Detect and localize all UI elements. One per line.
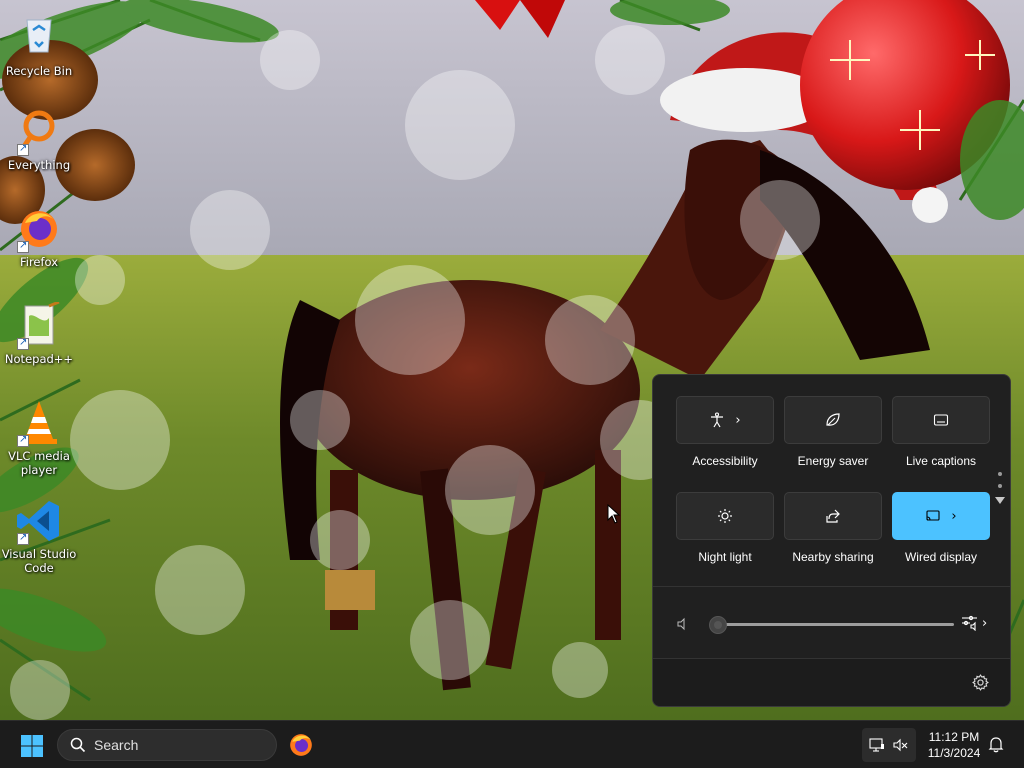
taskbar-search-box[interactable]: Search [57, 729, 277, 761]
firefox-icon[interactable] [288, 732, 314, 758]
divider [653, 586, 1010, 587]
firefox-icon [15, 205, 63, 253]
chevron-right-icon[interactable]: › [951, 509, 956, 524]
live-captions-toggle[interactable] [892, 396, 990, 444]
desktop-icon-recycle-bin[interactable]: Recycle Bin [0, 14, 78, 78]
chevron-right-icon: › [982, 615, 988, 631]
tile-live-captions: Live captions [892, 396, 990, 468]
notepad-plus-plus-icon [15, 300, 63, 350]
taskbar-clock[interactable]: 11:12 PM 11/3/2024 [922, 729, 986, 761]
audio-output-icon [962, 615, 977, 631]
desktop-icon-label: VLC media player [8, 449, 70, 477]
everything-search-icon [15, 108, 63, 156]
speaker-muted-icon[interactable] [676, 617, 690, 631]
tile-label: Energy saver [797, 454, 869, 468]
share-icon [826, 509, 840, 523]
search-icon [70, 737, 86, 753]
clock-time: 11:12 PM [928, 730, 980, 744]
bell-icon[interactable] [988, 736, 1004, 753]
quick-settings-panel: › Accessibility Energy saver Live captio… [652, 374, 1011, 707]
shortcut-arrow-icon [17, 336, 29, 350]
tile-label: Wired display [904, 550, 978, 564]
energy-saver-leaf-icon [826, 413, 840, 426]
mouse-cursor-icon [607, 504, 621, 524]
tile-label: Live captions [905, 454, 977, 468]
clock-date: 11/3/2024 [927, 746, 981, 760]
tile-energy-saver: Energy saver [784, 396, 882, 468]
page-indicator-dot[interactable] [998, 472, 1002, 476]
vlc-cone-icon [15, 399, 63, 447]
shortcut-arrow-icon [17, 531, 29, 545]
search-placeholder: Search [94, 737, 139, 753]
desktop-icon-label: Everything [7, 158, 71, 172]
audio-output-button[interactable]: › [961, 615, 987, 631]
accessibility-toggle[interactable]: › [676, 396, 774, 444]
desktop-icon-label: Notepad++ [4, 352, 74, 366]
taskbar: Search 11:12 PM 11/3/2024 [0, 720, 1024, 768]
night-light-toggle[interactable] [676, 492, 774, 540]
tile-label: Night light [698, 550, 752, 564]
network-icon [869, 738, 884, 752]
page-down-arrow-icon[interactable] [995, 497, 1005, 504]
tile-wired-display: › Wired display [892, 492, 990, 564]
volume-slider-thumb[interactable] [709, 616, 727, 634]
shortcut-arrow-icon [17, 433, 29, 447]
tile-label: Nearby sharing [792, 550, 874, 564]
shortcut-arrow-icon [17, 142, 29, 156]
captions-icon [933, 414, 949, 426]
chevron-right-icon[interactable]: › [735, 413, 740, 428]
volume-muted-icon [893, 738, 908, 752]
desktop-icon-firefox[interactable]: Firefox [0, 205, 78, 269]
tile-accessibility: › Accessibility [676, 396, 774, 468]
desktop-icon-label: Recycle Bin [5, 64, 73, 78]
accessibility-icon [711, 412, 724, 428]
desktop-icon-label: Visual Studio Code [1, 547, 77, 575]
recycle-bin-icon [15, 14, 63, 62]
brightness-icon [718, 509, 732, 523]
system-tray-quick-settings-button[interactable] [862, 728, 916, 762]
gear-icon[interactable] [972, 674, 989, 691]
quick-settings-footer [653, 658, 1010, 706]
cast-icon [926, 510, 940, 521]
desktop-icon-everything[interactable]: Everything [0, 108, 78, 172]
desktop-icon-label: Firefox [19, 255, 59, 269]
shortcut-arrow-icon [17, 239, 29, 253]
wired-display-toggle[interactable]: › [892, 492, 990, 540]
divider [653, 658, 1010, 659]
page-indicator-dot[interactable] [998, 484, 1002, 488]
tile-nearby-sharing: Nearby sharing [784, 492, 882, 564]
tile-label: Accessibility [692, 454, 758, 468]
desktop-icon-vscode[interactable]: Visual Studio Code [0, 497, 78, 575]
tile-night-light: Night light [676, 492, 774, 564]
desktop-icon-notepad-plus-plus[interactable]: Notepad++ [0, 300, 78, 366]
vscode-icon [15, 497, 63, 545]
nearby-sharing-toggle[interactable] [784, 492, 882, 540]
energy-saver-toggle[interactable] [784, 396, 882, 444]
windows-start-icon[interactable] [20, 734, 44, 758]
volume-slider-track[interactable] [718, 623, 954, 626]
desktop-icon-vlc[interactable]: VLC media player [0, 399, 78, 477]
